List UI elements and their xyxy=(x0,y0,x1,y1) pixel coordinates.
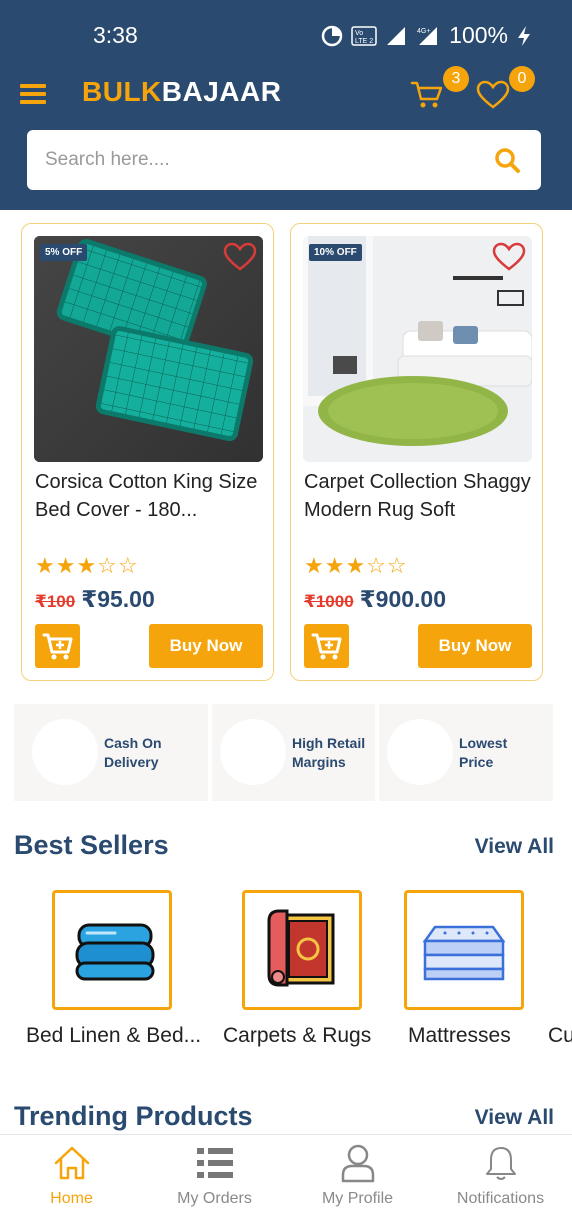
add-cart-icon xyxy=(42,633,73,660)
brand-part2: BAJAAR xyxy=(161,76,282,107)
status-bar: 3:38 Vo LTE 2 4G+ 100% xyxy=(0,0,572,70)
hamburger-menu-icon[interactable] xyxy=(20,84,46,104)
feature-text: Lowest Price xyxy=(459,735,508,770)
feature-high-retail-margins: High Retail Margins xyxy=(212,704,375,801)
status-indicators: Vo LTE 2 4G+ 100% xyxy=(321,22,532,49)
buy-now-button[interactable]: Buy Now xyxy=(149,624,263,668)
add-to-cart-button[interactable] xyxy=(304,624,349,668)
search-bar xyxy=(27,130,541,190)
cart-count-badge: 3 xyxy=(443,66,469,92)
volte-icon: VoLTE 2 xyxy=(351,25,377,46)
rating-stars: ★★★☆☆ xyxy=(35,553,139,578)
search-icon[interactable] xyxy=(493,146,521,174)
nav-label: Notifications xyxy=(456,1190,545,1207)
bell-icon xyxy=(485,1147,516,1180)
product-image[interactable]: 10% OFF xyxy=(303,236,532,462)
product-image[interactable]: 5% OFF xyxy=(34,236,263,462)
signal-4g-icon: 4G+ xyxy=(417,26,438,45)
add-cart-icon xyxy=(311,633,342,660)
original-price: ₹1000 xyxy=(304,592,354,611)
search-input[interactable] xyxy=(45,144,465,176)
svg-text:Vo: Vo xyxy=(355,30,363,37)
bed-linen-icon xyxy=(75,923,155,981)
price-row: ₹100 ₹95.00 xyxy=(35,586,155,613)
category-label[interactable]: Mattresses xyxy=(408,1024,511,1048)
wishlist-count-badge: 0 xyxy=(509,66,535,92)
charging-icon xyxy=(518,25,530,46)
category-bed-linen[interactable] xyxy=(52,890,172,1010)
feature-text: High Retail Margins xyxy=(292,735,366,770)
category-carpets-rugs[interactable] xyxy=(242,890,362,1010)
discount-badge: 5% OFF xyxy=(40,244,88,261)
buy-now-button[interactable]: Buy Now xyxy=(418,624,532,668)
product-name[interactable]: Corsica Cotton King Size Bed Cover - 180… xyxy=(35,468,263,538)
data-saver-icon xyxy=(321,25,343,46)
nav-label: My Orders xyxy=(177,1190,252,1207)
mattress-icon xyxy=(422,925,506,981)
sale-price: ₹95.00 xyxy=(81,586,155,612)
best-sellers-view-all-link[interactable]: View All xyxy=(475,835,554,859)
discount-badge: 10% OFF xyxy=(309,244,362,261)
best-sellers-title: Best Sellers xyxy=(14,830,169,860)
original-price: ₹100 xyxy=(35,592,76,611)
brand-logo: BULKBAJAAR xyxy=(82,76,281,108)
status-time: 3:38 xyxy=(93,22,138,48)
nav-my-profile[interactable]: My Profile xyxy=(286,1135,429,1212)
trending-view-all-link[interactable]: View All xyxy=(475,1106,554,1130)
brand-part1: BULK xyxy=(82,76,162,107)
category-label[interactable]: Carpets & Rugs xyxy=(223,1024,371,1048)
app-header: 3:38 Vo LTE 2 4G+ 100% BULKBAJAAR 3 0 xyxy=(0,0,572,210)
feature-lowest-price: Lowest Price xyxy=(379,704,553,801)
feature-text: Cash On Delivery xyxy=(104,735,162,770)
feature-cash-on-delivery: Cash On Delivery xyxy=(14,704,208,801)
svg-text:4G+: 4G+ xyxy=(417,28,430,35)
battery-percent: 100% xyxy=(449,22,508,48)
nav-notifications[interactable]: Notifications xyxy=(429,1135,572,1212)
sale-price: ₹900.00 xyxy=(359,586,447,612)
category-mattresses[interactable] xyxy=(404,890,524,1010)
price-row: ₹1000 ₹900.00 xyxy=(304,586,446,613)
feature-strip: Cash On Delivery High Retail Margins Lowes… xyxy=(14,704,554,801)
list-icon xyxy=(196,1148,233,1178)
feature-icon-circle xyxy=(387,719,453,785)
home-icon xyxy=(54,1146,89,1180)
product-card[interactable]: 10% OFF Carpet Collection Shaggy Modern … xyxy=(290,223,543,681)
trending-products-title: Trending Products xyxy=(14,1101,253,1131)
category-label[interactable]: Cu xyxy=(548,1024,572,1048)
category-label[interactable]: Bed Linen & Bed... xyxy=(26,1024,201,1048)
feature-icon-circle xyxy=(220,719,286,785)
user-icon xyxy=(341,1144,374,1183)
nav-label: My Profile xyxy=(321,1190,394,1207)
rating-stars: ★★★☆☆ xyxy=(304,553,408,578)
wishlist-heart-icon[interactable] xyxy=(223,242,257,272)
signal-icon xyxy=(387,26,406,45)
wishlist-heart-icon[interactable] xyxy=(492,242,526,272)
product-name[interactable]: Carpet Collection Shaggy Modern Rug Soft xyxy=(304,468,532,538)
feature-icon-circle xyxy=(32,719,98,785)
add-to-cart-button[interactable] xyxy=(35,624,80,668)
svg-text:LTE 2: LTE 2 xyxy=(355,38,373,45)
nav-label: Home xyxy=(50,1190,93,1207)
product-card[interactable]: 5% OFF Corsica Cotton King Size Bed Cove… xyxy=(21,223,274,681)
wishlist-heart-icon[interactable] xyxy=(476,80,510,110)
nav-my-orders[interactable]: My Orders xyxy=(143,1135,286,1212)
nav-home[interactable]: Home xyxy=(0,1135,143,1212)
carpet-icon xyxy=(267,909,335,987)
cart-icon[interactable] xyxy=(410,80,444,110)
bottom-navigation: Home My Orders My Profile Notifications xyxy=(0,1134,572,1212)
